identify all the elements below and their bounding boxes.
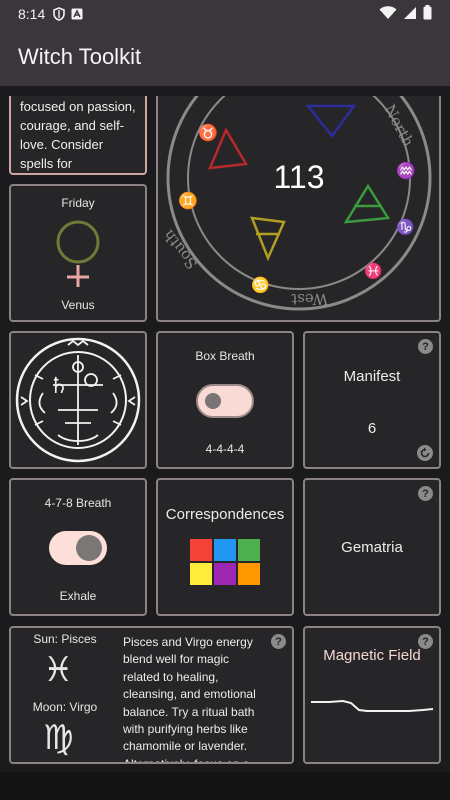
color-swatch-grid	[190, 538, 260, 585]
status-icons	[379, 5, 432, 23]
magnetic-field-graph	[311, 699, 434, 712]
help-icon[interactable]: ?	[418, 486, 433, 501]
status-bar: 8:14	[0, 0, 450, 28]
wheel-number: 113	[273, 159, 324, 195]
correspondences-title: Correspondences	[165, 505, 285, 523]
app-title: Witch Toolkit	[18, 44, 142, 69]
color-swatch	[190, 562, 212, 585]
color-swatch	[238, 562, 260, 585]
water-triangle-icon	[305, 104, 357, 139]
planet-name: Venus	[61, 298, 95, 312]
box-breath-card[interactable]: Box Breath 4-4-4-4	[156, 331, 294, 469]
toggle-knob	[205, 393, 221, 409]
spell-suggestion-text: focused on passion, courage, and self-lo…	[20, 99, 136, 171]
magnetic-field-title: Magnetic Field	[323, 647, 421, 664]
astrology-description: Pisces and Virgo energy blend well for m…	[123, 635, 256, 764]
air-triangle-icon	[343, 183, 391, 224]
virgo-icon: ♍	[43, 718, 74, 758]
correspondences-card[interactable]: Correspondences	[156, 478, 294, 616]
status-time: 8:14	[18, 6, 46, 22]
battery-icon	[423, 5, 432, 23]
color-swatch	[238, 538, 260, 561]
svg-text:♄: ♄	[49, 373, 69, 399]
zodiac-glyph: ♉	[198, 123, 218, 142]
elemental-wheel[interactable]: ♉ ♊ ♋ ♓ ♑ ♒ North South West 113	[158, 96, 441, 320]
navigation-bar	[0, 772, 450, 800]
wifi-icon	[379, 5, 397, 23]
gematria-title: Gematria	[341, 538, 403, 556]
sigil-card[interactable]: ♄	[9, 331, 147, 469]
help-icon[interactable]: ?	[418, 339, 433, 354]
box-breath-title: Box Breath	[195, 349, 255, 363]
magnetic-field-card[interactable]: ? Magnetic Field	[303, 626, 441, 764]
color-swatch	[214, 538, 236, 561]
zodiac-glyph: ♊	[178, 191, 198, 210]
breath-478-card[interactable]: 4-7-8 Breath Exhale	[9, 478, 147, 616]
reset-icon[interactable]	[417, 445, 433, 461]
box-breath-pattern: 4-4-4-4	[205, 442, 245, 456]
zodiac-glyph: ♓	[364, 262, 383, 280]
help-icon[interactable]: ?	[271, 634, 286, 649]
direction-word-west: West	[291, 290, 328, 308]
color-swatch	[214, 562, 236, 585]
box-breath-toggle[interactable]	[196, 384, 254, 418]
manifest-count: 6	[367, 420, 377, 437]
app-notification-icon	[71, 8, 83, 20]
color-swatch	[190, 538, 212, 561]
moon-sign: Moon: Virgo	[32, 700, 98, 714]
breath-478-title: 4-7-8 Breath	[44, 496, 112, 510]
shield-icon	[53, 7, 66, 21]
zodiac-glyph: ♒	[396, 161, 416, 180]
elemental-wheel-card[interactable]: ♉ ♊ ♋ ♓ ♑ ♒ North South West 113	[156, 96, 441, 322]
direction-word-north: North	[380, 101, 417, 149]
app-bar: Witch Toolkit	[0, 28, 450, 86]
planetary-seal-icon: ♄	[15, 337, 141, 463]
manifest-card[interactable]: ? Manifest 6	[303, 331, 441, 469]
zodiac-glyph: ♋	[251, 276, 270, 294]
earth-triangle-icon	[250, 216, 286, 262]
day-name: Friday	[61, 196, 95, 210]
spell-suggestion-card[interactable]: focused on passion, courage, and self-lo…	[9, 96, 147, 175]
manifest-title: Manifest	[343, 368, 401, 385]
breath-478-phase: Exhale	[59, 589, 97, 603]
signal-icon	[403, 6, 417, 23]
astrology-card[interactable]: ? Sun: Pisces ♓ Moon: Virgo ♍ Pisces and…	[9, 626, 294, 764]
breath-478-toggle[interactable]	[49, 531, 107, 565]
pisces-icon: ♓	[43, 650, 74, 690]
zodiac-glyph: ♑	[396, 218, 415, 236]
sun-sign: Sun: Pisces	[33, 632, 97, 646]
planetary-day-card[interactable]: Friday Venus	[9, 184, 147, 322]
venus-symbol-icon	[56, 220, 100, 287]
toggle-knob	[76, 535, 102, 561]
gematria-card[interactable]: ? Gematria	[303, 478, 441, 616]
